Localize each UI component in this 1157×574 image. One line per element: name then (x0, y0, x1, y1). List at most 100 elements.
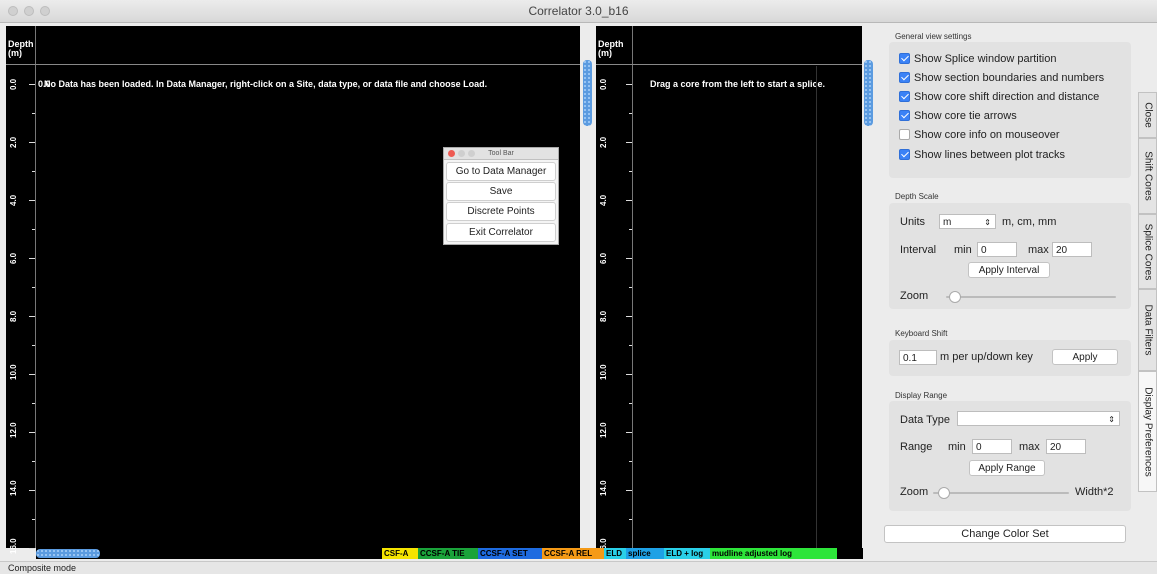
depth-tick-major (626, 432, 632, 433)
checkbox-label: Show Splice window partition (914, 53, 1057, 65)
depth-tick-label: 0.0 (9, 78, 18, 90)
width-label: Width*2 (1075, 486, 1114, 498)
range-max-input[interactable]: 20 (1046, 439, 1086, 454)
interval-max-input[interactable]: 20 (1052, 242, 1092, 257)
depth-tick-minor (32, 519, 35, 520)
splice-vertical-scrollbar[interactable] (864, 60, 873, 126)
go-to-data-manager-button[interactable]: Go to Data Manager (446, 162, 556, 181)
legend-bar: CSF-A CCSF-A TIE CCSF-A SET CCSF-A REL ELD sp… (36, 548, 863, 559)
checkbox-icon (899, 129, 910, 140)
depth-tick-label: 2.0 (9, 136, 18, 148)
depth-tick-label: 6.0 (599, 252, 608, 264)
depth-tick-label: 0.0 (599, 78, 608, 90)
status-bar: Composite mode (0, 561, 1157, 574)
interval-min-input[interactable]: 0 (977, 242, 1017, 257)
depth-tick-label: 14.0 (9, 480, 18, 496)
checkbox-label: Show section boundaries and numbers (914, 72, 1105, 84)
depth-tick-label: 4.0 (599, 194, 608, 206)
save-button[interactable]: Save (446, 182, 556, 201)
keyboard-shift-group: 0.1 m per up/down key Apply (889, 340, 1131, 376)
tab-label: Close (1142, 102, 1153, 128)
change-color-set-button[interactable]: Change Color Set (884, 525, 1126, 543)
checkbox-core-tie-arrows[interactable]: Show core tie arrows (899, 110, 1017, 122)
checkbox-label: Show lines between plot tracks (914, 149, 1066, 161)
tool-bar-titlebar[interactable]: Tool Bar (444, 148, 558, 160)
depth-tick-major (29, 316, 35, 317)
range-zoom-slider[interactable] (933, 492, 1069, 494)
range-label: Range (900, 441, 933, 453)
close-icon[interactable] (448, 150, 455, 157)
interval-max-label: max (1028, 244, 1049, 256)
legend-item: ELD + log (664, 548, 710, 559)
data-type-label: Data Type (900, 414, 950, 426)
range-min-input[interactable]: 0 (972, 439, 1012, 454)
checkbox-core-info[interactable]: Show core info on mouseover (899, 129, 1060, 141)
discrete-points-button[interactable]: Discrete Points (446, 202, 556, 221)
checkbox-splice-partition[interactable]: Show Splice window partition (899, 53, 1056, 65)
zoom-slider-handle[interactable] (948, 291, 961, 303)
splice-plot-panel[interactable]: Depth (m) Drag a core from the left to st… (596, 26, 862, 554)
keyboard-shift-unit: m per up/down key (940, 351, 1033, 363)
checkbox-lines-between-tracks[interactable]: Show lines between plot tracks (899, 149, 1065, 161)
horizontal-scrollbar[interactable] (36, 549, 100, 558)
depth-header: Depth (m) (8, 40, 34, 58)
units-select[interactable]: m ⇕ (939, 214, 996, 229)
tool-bar-title: Tool Bar (488, 150, 514, 157)
composite-plot-panel[interactable]: Depth (m) 0.0 No Data has been loaded. In… (6, 26, 580, 554)
zoom-slider[interactable] (946, 296, 1116, 298)
depth-axis-column (596, 26, 633, 548)
tab-shift-cores[interactable]: Shift Cores (1138, 138, 1157, 214)
checkbox-label: Show core shift direction and distance (914, 91, 1100, 103)
general-view-settings-group: Show Splice window partition Show sectio… (889, 42, 1131, 178)
tool-bar-window[interactable]: Tool Bar Go to Data Manager Save Discret… (443, 147, 559, 245)
range-zoom-slider-handle[interactable] (937, 487, 950, 499)
splice-partition-line (816, 66, 817, 548)
depth-tick-minor (32, 113, 35, 114)
data-type-select[interactable]: ⇕ (957, 411, 1120, 426)
apply-interval-button[interactable]: Apply Interval (968, 262, 1050, 278)
tab-data-filters[interactable]: Data Filters (1138, 289, 1157, 371)
depth-tick-minor (629, 403, 632, 404)
display-preferences-panel: General view settings Show Splice window… (878, 26, 1138, 559)
legend-item: splice (626, 548, 664, 559)
tab-close[interactable]: Close (1138, 92, 1157, 138)
no-data-message: No Data has been loaded. In Data Manager… (44, 79, 488, 89)
depth-tick-major (29, 548, 35, 549)
depth-tick-major (29, 432, 35, 433)
tab-display-preferences[interactable]: Display Preferences (1138, 371, 1157, 492)
checkbox-icon (899, 72, 910, 83)
composite-vertical-scrollbar[interactable] (583, 60, 592, 126)
depth-tick-major (29, 374, 35, 375)
tab-splice-cores[interactable]: Splice Cores (1138, 214, 1157, 289)
depth-tick-minor (629, 287, 632, 288)
stepper-arrows-icon: ⇕ (1108, 415, 1115, 424)
depth-tick-minor (32, 345, 35, 346)
range-zoom-label: Zoom (900, 486, 929, 498)
depth-tick-minor (629, 171, 632, 172)
checkbox-section-boundaries[interactable]: Show section boundaries and numbers (899, 72, 1104, 84)
depth-tick-minor (32, 171, 35, 172)
range-max-label: max (1019, 441, 1040, 453)
depth-header-unit: (m) (8, 48, 22, 58)
checkbox-icon (899, 91, 910, 102)
depth-tick-minor (629, 345, 632, 346)
depth-tick-minor (629, 113, 632, 114)
tab-label: Display Preferences (1142, 386, 1153, 477)
depth-tick-major (626, 316, 632, 317)
depth-tick-minor (629, 461, 632, 462)
checkbox-core-shift[interactable]: Show core shift direction and distance (899, 91, 1099, 103)
depth-tick-label: 12.0 (599, 422, 608, 438)
keyboard-shift-input[interactable]: 0.1 (899, 350, 937, 365)
apply-range-button[interactable]: Apply Range (969, 460, 1045, 476)
depth-tick-major (29, 200, 35, 201)
depth-tick-label: 14.0 (599, 480, 608, 496)
depth-tick-minor (32, 461, 35, 462)
exit-correlator-button[interactable]: Exit Correlator (446, 223, 556, 242)
checkbox-icon (899, 149, 910, 160)
depth-tick-label: 12.0 (9, 422, 18, 438)
legend-item: CCSF-A TIE (418, 548, 478, 559)
depth-tick-label: 6.0 (9, 252, 18, 264)
depth-tick-major (626, 258, 632, 259)
keyboard-shift-apply-button[interactable]: Apply (1052, 349, 1118, 365)
units-label: Units (900, 216, 926, 228)
